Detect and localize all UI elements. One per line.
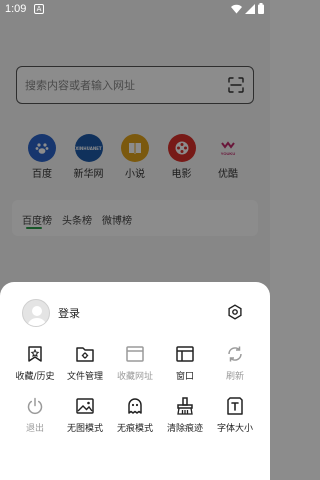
bookmark-star-icon (28, 346, 42, 362)
menu-item-label: 字体大小 (216, 424, 253, 434)
notification-icon: A (34, 4, 44, 14)
user-icon (27, 306, 47, 326)
login-label[interactable]: 登录 (58, 305, 80, 321)
folder-gear-icon (76, 347, 94, 362)
refresh-icon (228, 346, 242, 362)
power-icon (27, 397, 43, 415)
menu-item-bookmark-url[interactable]: 收藏网址 (110, 344, 160, 386)
broom-icon (177, 397, 193, 415)
menu-item-bookmarks-history[interactable]: 收藏/历史 (10, 344, 60, 386)
settings-icon[interactable] (227, 304, 243, 320)
menu-item-windows[interactable]: 窗口 (160, 344, 210, 386)
user-login-row[interactable]: 登录 (22, 299, 80, 327)
menu-item-label: 窗口 (175, 372, 194, 382)
status-time: 1:09 (5, 3, 27, 15)
avatar[interactable] (22, 299, 50, 327)
menu-bottom-sheet: 登录 收藏/历史 文件管理 收藏网址 窗口 刷新 退出 无图模式 无痕模式 清除… (0, 282, 270, 480)
menu-grid: 收藏/历史 文件管理 收藏网址 窗口 刷新 退出 无图模式 无痕模式 清除痕迹 … (10, 344, 260, 438)
status-bar: 1:09 A (0, 0, 270, 20)
menu-item-file-manager[interactable]: 文件管理 (60, 344, 110, 386)
menu-item-label: 刷新 (225, 372, 244, 382)
menu-item-font-size[interactable]: 字体大小 (210, 396, 260, 438)
signal-icon (245, 3, 255, 14)
system-icons (231, 3, 264, 14)
panel-icon (176, 346, 194, 362)
menu-item-no-image-mode[interactable]: 无图模式 (60, 396, 110, 438)
ghost-icon (128, 398, 142, 414)
menu-item-label: 收藏/历史 (15, 372, 55, 382)
menu-item-clear-traces[interactable]: 清除痕迹 (160, 396, 210, 438)
image-icon (76, 398, 94, 414)
menu-item-exit[interactable]: 退出 (10, 396, 60, 438)
battery-icon (258, 3, 264, 14)
menu-item-label: 文件管理 (66, 372, 103, 382)
font-size-icon (227, 397, 243, 415)
wifi-icon (231, 4, 242, 13)
menu-item-label: 退出 (25, 424, 44, 434)
menu-item-refresh[interactable]: 刷新 (210, 344, 260, 386)
menu-item-label: 收藏网址 (116, 372, 153, 382)
menu-item-label: 无图模式 (66, 424, 103, 434)
menu-item-incognito-mode[interactable]: 无痕模式 (110, 396, 160, 438)
menu-item-label: 清除痕迹 (166, 424, 203, 434)
window-icon (126, 346, 144, 362)
menu-item-label: 无痕模式 (116, 424, 153, 434)
